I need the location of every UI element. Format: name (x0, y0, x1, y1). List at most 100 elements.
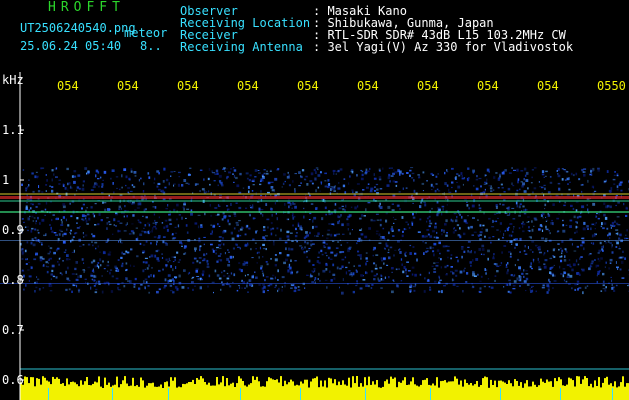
noise-pixel (164, 284, 167, 287)
noise-pixel (117, 259, 120, 261)
noise-pixel (319, 279, 321, 282)
noise-pixel (324, 180, 327, 182)
noise-pixel (618, 237, 621, 240)
noise-pixel (31, 227, 34, 230)
noise-pixel (92, 268, 94, 271)
amplitude-bar (522, 387, 524, 400)
noise-pixel (507, 290, 510, 293)
noise-pixel (439, 252, 441, 255)
noise-pixel (273, 191, 276, 193)
noise-pixel (603, 180, 607, 183)
noise-pixel (579, 257, 581, 260)
noise-pixel (73, 170, 77, 173)
noise-pixel (270, 186, 274, 189)
amplitude-bar (198, 379, 200, 400)
noise-pixel (33, 217, 36, 219)
noise-pixel (378, 233, 381, 237)
amplitude-bar (526, 380, 528, 400)
noise-pixel (258, 207, 261, 211)
noise-pixel (454, 229, 457, 232)
amplitude-bar (124, 376, 126, 400)
noise-pixel (374, 190, 376, 192)
amplitude-bar (206, 384, 208, 400)
amplitude-bar (548, 381, 550, 400)
noise-pixel (473, 185, 475, 187)
minute-marker (612, 388, 613, 400)
amplitude-bar (142, 380, 144, 400)
noise-pixel (41, 242, 43, 245)
noise-pixel (310, 243, 313, 247)
noise-pixel (113, 224, 115, 226)
noise-pixel (284, 284, 286, 288)
amplitude-bar (188, 382, 190, 400)
noise-pixel (456, 216, 458, 219)
noise-pixel (583, 247, 585, 251)
noise-pixel (411, 222, 414, 226)
noise-pixel (176, 251, 179, 254)
noise-pixel (519, 251, 521, 253)
noise-pixel (184, 245, 187, 248)
noise-pixel (251, 190, 254, 192)
amplitude-bar (88, 385, 90, 400)
noise-pixel (238, 220, 241, 222)
noise-pixel (58, 257, 60, 260)
noise-pixel (569, 219, 573, 222)
noise-pixel (181, 184, 184, 187)
noise-pixel (162, 236, 166, 238)
noise-pixel (341, 265, 344, 268)
noise-pixel (267, 289, 269, 292)
noise-pixel (194, 222, 198, 225)
noise-pixel (378, 178, 382, 181)
noise-pixel (49, 290, 53, 292)
noise-pixel (87, 170, 90, 173)
noise-pixel (77, 174, 81, 177)
noise-pixel (259, 183, 262, 186)
noise-pixel (419, 205, 422, 209)
noise-pixel (252, 184, 255, 186)
noise-pixel (120, 241, 122, 243)
noise-pixel (522, 182, 525, 186)
noise-pixel (27, 186, 29, 188)
noise-pixel (600, 257, 603, 260)
noise-pixel (571, 287, 573, 290)
noise-pixel (211, 281, 215, 284)
noise-pixel (621, 277, 625, 279)
noise-pixel (214, 207, 218, 209)
noise-pixel (103, 250, 105, 254)
noise-pixel (604, 289, 607, 292)
noise-pixel (583, 173, 586, 177)
noise-pixel (308, 259, 311, 263)
noise-pixel (438, 290, 441, 293)
noise-pixel (569, 181, 571, 183)
noise-pixel (472, 217, 475, 219)
noise-pixel (495, 172, 498, 174)
noise-pixel (277, 289, 279, 293)
noise-pixel (115, 225, 117, 227)
noise-pixel (291, 207, 293, 209)
noise-pixel (603, 222, 607, 225)
noise-pixel (395, 184, 398, 187)
noise-pixel (167, 204, 169, 207)
noise-pixel (612, 178, 616, 181)
noise-pixel (569, 274, 573, 278)
noise-pixel (324, 172, 327, 175)
noise-pixel (614, 171, 616, 173)
amplitude-bar (428, 384, 430, 400)
noise-pixel (100, 264, 102, 267)
noise-pixel (446, 169, 448, 172)
amplitude-bar (432, 383, 434, 400)
noise-pixel (514, 274, 516, 276)
noise-pixel (169, 223, 172, 225)
noise-pixel (365, 168, 368, 172)
amplitude-bar (520, 382, 522, 400)
noise-pixel (499, 222, 502, 225)
noise-pixel (495, 206, 498, 209)
noise-pixel (101, 290, 104, 294)
noise-pixel (274, 254, 277, 256)
noise-pixel (597, 169, 600, 172)
noise-pixel (151, 229, 153, 233)
amplitude-bar (92, 383, 94, 400)
y-tick-0.8: 0.8 (2, 273, 24, 287)
noise-pixel (396, 204, 400, 208)
noise-pixel (602, 250, 604, 252)
